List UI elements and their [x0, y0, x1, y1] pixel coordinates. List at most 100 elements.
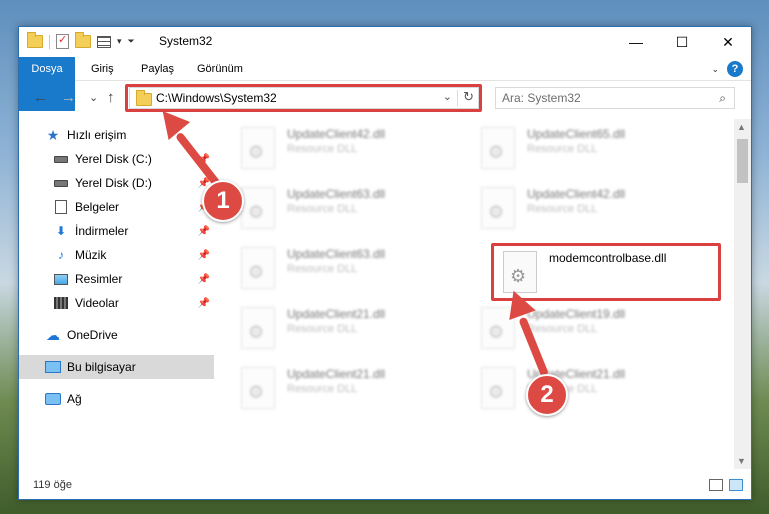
pin-icon[interactable]: 📌 [198, 226, 210, 237]
sidebar-item-documents[interactable]: Belgeler 📌 [19, 195, 214, 219]
file-name: UpdateClient65.dll [527, 127, 626, 141]
pin-icon[interactable]: 📌 [198, 274, 210, 285]
item-count: 119 öğe [33, 479, 72, 491]
file-name: UpdateClient63.dll [287, 247, 386, 261]
sidebar-item-label: OneDrive [67, 328, 118, 342]
sidebar-item-label: Hızlı erişim [67, 128, 127, 142]
pin-icon[interactable]: 📌 [198, 298, 210, 309]
properties-icon[interactable] [56, 33, 69, 49]
file-type: Resource DLL [287, 263, 358, 275]
dll-file-icon: ⚙ [481, 127, 515, 169]
file-item[interactable]: ⚙ UpdateClient63.dll Resource DLL [233, 243, 463, 297]
folder-icon [27, 32, 43, 48]
dll-file-icon: ⚙ [241, 367, 275, 409]
sidebar-item-this-pc[interactable]: Bu bilgisayar [19, 355, 214, 379]
up-arrow-icon[interactable]: ↑ [107, 89, 115, 106]
file-item[interactable]: ⚙ UpdateClient65.dll Resource DLL [473, 123, 703, 177]
file-item[interactable]: ⚙ UpdateClient63.dll Resource DLL [233, 183, 463, 237]
file-item[interactable]: ⚙ UpdateClient21.dll Resource DLL [233, 363, 463, 417]
sidebar-item-label: Resimler [75, 272, 123, 286]
sidebar-item-label: Müzik [75, 248, 107, 262]
minimize-button[interactable]: — [613, 27, 659, 57]
file-item[interactable]: ⚙ UpdateClient42.dll Resource DLL [473, 183, 703, 237]
file-name: UpdateClient21.dll [287, 307, 386, 321]
details-view-icon[interactable] [709, 479, 723, 491]
file-type: Resource DLL [527, 323, 598, 335]
file-type: Resource DLL [527, 143, 598, 155]
file-name: UpdateClient42.dll [527, 187, 626, 201]
drive-icon [53, 152, 69, 166]
sidebar-item-label: Belgeler [75, 200, 120, 214]
dll-file-icon: ⚙ [241, 307, 275, 349]
sidebar-item-label: İndirmeler [75, 224, 129, 238]
sidebar-item-onedrive[interactable]: ☁ OneDrive [19, 323, 214, 347]
recent-locations-icon[interactable]: ⌄ [89, 91, 98, 104]
scrollbar-thumb[interactable] [737, 139, 748, 183]
view-icon[interactable] [97, 35, 111, 48]
scroll-down-icon[interactable]: ▼ [737, 456, 746, 466]
expand-ribbon-icon[interactable]: ⌄ [711, 64, 719, 75]
computer-icon [45, 360, 61, 374]
sidebar-item-local-disk-d[interactable]: Yerel Disk (D:) 📌 [19, 171, 214, 195]
chevron-down-icon[interactable]: ▾ [117, 36, 122, 47]
new-folder-icon[interactable] [75, 32, 91, 48]
navigation-bar: ← → ⌄ ↑ C:\Windows\System32 ⌄ ↻ Ara: Sys… [19, 83, 751, 115]
file-name: UpdateClient21.dll [287, 367, 386, 381]
downloads-icon: ⬇ [55, 224, 67, 238]
file-item[interactable]: ⚙ UpdateClient21.dll Resource DLL [233, 303, 463, 357]
quick-access-toolbar: ▾ ⏷ [27, 32, 135, 49]
star-icon: ★ [46, 126, 60, 143]
sidebar-item-pictures[interactable]: Resimler 📌 [19, 267, 214, 291]
music-icon: ♪ [58, 248, 64, 262]
file-item[interactable]: ⚙ UpdateClient21.dll Resource DLL [473, 363, 703, 417]
step-1-badge: 1 [202, 180, 244, 222]
pictures-icon [53, 272, 69, 286]
cloud-icon: ☁ [46, 326, 60, 343]
search-icon[interactable]: ⌕ [719, 91, 726, 106]
sidebar-item-music[interactable]: ♪ Müzik 📌 [19, 243, 214, 267]
drive-icon [53, 176, 69, 190]
pin-icon[interactable]: 📌 [198, 250, 210, 261]
maximize-button[interactable]: ☐ [659, 27, 705, 57]
sidebar-item-local-disk-c[interactable]: Yerel Disk (C:) 📌 [19, 147, 214, 171]
explorer-window: ▾ ⏷ System32 — ☐ ✕ Dosya Giriş Paylaş Gö… [18, 26, 752, 500]
forward-arrow-icon[interactable]: → [61, 89, 76, 106]
file-item[interactable]: ⚙ UpdateClient42.dll Resource DLL [233, 123, 463, 177]
tab-home[interactable]: Giriş [81, 57, 124, 81]
search-box[interactable]: Ara: System32 ⌕ [495, 87, 735, 109]
sidebar-item-label: Bu bilgisayar [67, 360, 136, 374]
vertical-scrollbar[interactable]: ▲ ▼ [734, 119, 751, 469]
title-bar: ▾ ⏷ System32 — ☐ ✕ [19, 27, 751, 57]
sidebar-item-downloads[interactable]: ⬇ İndirmeler 📌 [19, 219, 214, 243]
sidebar-item-videos[interactable]: Videolar 📌 [19, 291, 214, 315]
status-bar: 119 öğe [19, 473, 751, 499]
ribbon-tabs: Dosya Giriş Paylaş Görünüm ⌄ ? [19, 57, 751, 111]
sidebar-item-label: Yerel Disk (D:) [75, 176, 152, 190]
sidebar-item-label: Yerel Disk (C:) [75, 152, 152, 166]
help-icon[interactable]: ? [727, 61, 743, 77]
tab-view[interactable]: Görünüm [187, 57, 253, 81]
customize-toolbar-icon[interactable]: ⏷ [128, 36, 135, 47]
dll-file-icon: ⚙ [481, 367, 515, 409]
file-name: UpdateClient42.dll [287, 127, 386, 141]
tab-share[interactable]: Paylaş [131, 57, 184, 81]
sidebar-item-label: Videolar [75, 296, 119, 310]
close-button[interactable]: ✕ [705, 27, 751, 57]
toolbar-separator [49, 34, 50, 49]
videos-icon [53, 296, 69, 310]
file-type: Resource DLL [287, 383, 358, 395]
large-icons-view-icon[interactable] [729, 479, 743, 491]
window-title: System32 [159, 34, 213, 48]
dll-file-icon: ⚙ [241, 247, 275, 289]
file-type: Resource DLL [287, 323, 358, 335]
file-type: Resource DLL [287, 143, 358, 155]
sidebar-item-network[interactable]: Ağ [19, 387, 214, 411]
back-arrow-icon[interactable]: ← [33, 89, 48, 106]
documents-icon [53, 200, 69, 214]
file-name: UpdateClient19.dll [527, 307, 626, 321]
scroll-up-icon[interactable]: ▲ [737, 122, 746, 132]
file-type: Resource DLL [287, 203, 358, 215]
search-input[interactable]: Ara: System32 [502, 91, 581, 105]
dll-file-icon: ⚙ [241, 187, 275, 229]
dll-file-icon: ⚙ [481, 187, 515, 229]
